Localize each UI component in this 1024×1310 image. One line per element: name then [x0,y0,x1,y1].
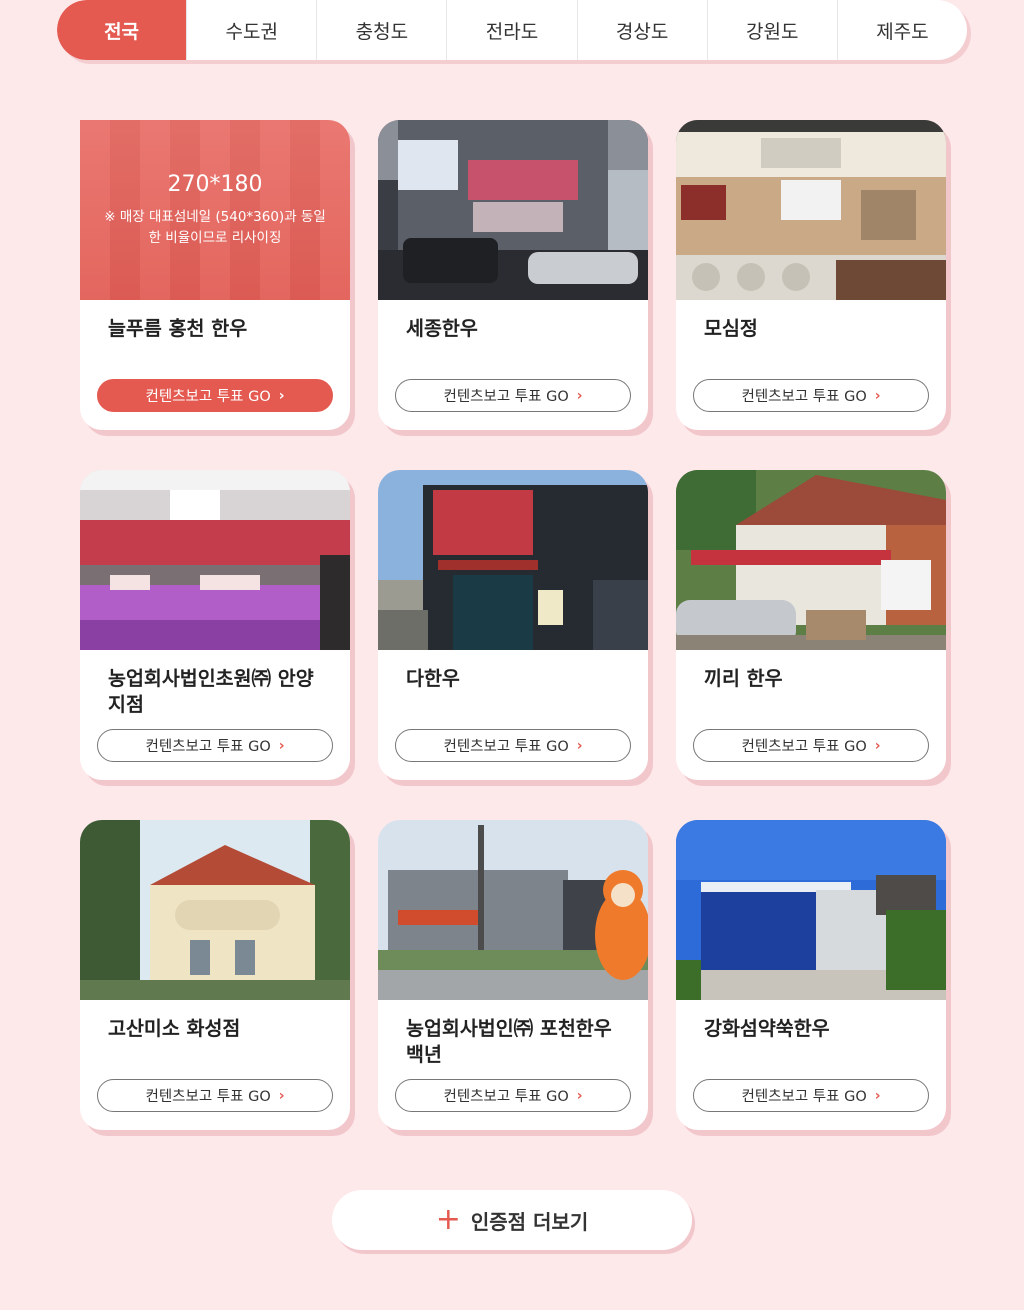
store-card: 농업회사법인㈜ 포천한우백년 컨텐츠보고 투표 GO › [378,820,648,1130]
tab-jeju[interactable]: 제주도 [836,0,967,60]
vote-button[interactable]: 컨텐츠보고 투표 GO › [693,1079,929,1112]
store-photo[interactable] [80,470,350,650]
vote-button-label: 컨텐츠보고 투표 GO [145,739,271,755]
tab-gangwon[interactable]: 강원도 [706,0,837,60]
vote-button[interactable]: 컨텐츠보고 투표 GO › [693,729,929,762]
chevron-right-icon: › [874,387,881,404]
store-name: 늘푸름 홍천 한우 [108,317,248,340]
store-photo[interactable] [378,120,648,300]
store-photo[interactable] [80,820,350,1000]
store-card: 모심정 컨텐츠보고 투표 GO › [676,120,946,430]
store-card: 고산미소 화성점 컨텐츠보고 투표 GO › [80,820,350,1130]
tab-jeolla[interactable]: 전라도 [446,0,576,60]
store-name: 농업회사법인초원㈜ 안양지점 [108,667,314,716]
chevron-right-icon: › [576,1087,583,1104]
vote-button[interactable]: 컨텐츠보고 투표 GO › [693,379,929,412]
chevron-right-icon: › [576,387,583,404]
store-name: 농업회사법인㈜ 포천한우백년 [406,1017,612,1066]
chevron-right-icon: › [576,737,583,754]
chevron-right-icon: › [874,737,881,754]
vote-button-label: 컨텐츠보고 투표 GO [443,389,569,405]
store-name: 끼리 한우 [704,667,783,690]
store-name: 고산미소 화성점 [108,1017,241,1040]
store-thumbnail-placeholder[interactable]: 270*180 ※ 매장 대표섬네일 (540*360)과 동일한 비율이므로 … [80,120,350,300]
store-card: 끼리 한우 컨텐츠보고 투표 GO › [676,470,946,780]
store-name: 모심정 [704,317,758,340]
vote-button-label: 컨텐츠보고 투표 GO [145,1089,271,1105]
vote-button-label: 컨텐츠보고 투표 GO [741,1089,867,1105]
chevron-right-icon: › [278,737,285,754]
placeholder-note: ※ 매장 대표섬네일 (540*360)과 동일한 비율이므로 리사이징 [104,208,326,246]
store-photo[interactable] [378,470,648,650]
vote-button[interactable]: 컨텐츠보고 투표 GO › [97,379,333,412]
store-card: 농업회사법인초원㈜ 안양지점 컨텐츠보고 투표 GO › [80,470,350,780]
vote-button[interactable]: 컨텐츠보고 투표 GO › [97,1079,333,1112]
store-card: 270*180 ※ 매장 대표섬네일 (540*360)과 동일한 비율이므로 … [80,120,350,430]
store-photo[interactable] [676,120,946,300]
store-photo[interactable] [378,820,648,1000]
store-name: 강화섬약쑥한우 [704,1017,830,1040]
vote-button-label: 컨텐츠보고 투표 GO [741,739,867,755]
vote-button-label: 컨텐츠보고 투표 GO [145,389,271,405]
load-more-label: 인증점 더보기 [470,1209,589,1234]
store-card: 다한우 컨텐츠보고 투표 GO › [378,470,648,780]
vote-button[interactable]: 컨텐츠보고 투표 GO › [395,379,631,412]
store-name: 다한우 [406,667,460,690]
store-photo[interactable] [676,470,946,650]
store-name: 세종한우 [406,317,478,340]
chevron-right-icon: › [874,1087,881,1104]
store-grid: 270*180 ※ 매장 대표섬네일 (540*360)과 동일한 비율이므로 … [80,120,946,1130]
vote-button[interactable]: 컨텐츠보고 투표 GO › [395,1079,631,1112]
store-card: 강화섬약쑥한우 컨텐츠보고 투표 GO › [676,820,946,1130]
vote-button[interactable]: 컨텐츠보고 투표 GO › [97,729,333,762]
vote-button-label: 컨텐츠보고 투표 GO [443,1089,569,1105]
chevron-right-icon: › [278,387,285,404]
placeholder-size: 270*180 [167,171,263,197]
tab-chungcheong[interactable]: 충청도 [316,0,446,60]
tab-gyeongsang[interactable]: 경상도 [576,0,707,60]
tab-nationwide[interactable]: 전국 [57,0,187,60]
region-tabs: 전국 수도권 충청도 전라도 경상도 강원도 제주도 [57,0,967,60]
vote-button-label: 컨텐츠보고 투표 GO [741,389,867,405]
tab-capital-area[interactable]: 수도권 [186,0,316,60]
load-more-button[interactable]: + 인증점 더보기 [332,1190,692,1250]
plus-icon: + [435,1202,461,1237]
vote-button[interactable]: 컨텐츠보고 투표 GO › [395,729,631,762]
vote-button-label: 컨텐츠보고 투표 GO [443,739,569,755]
store-card: 세종한우 컨텐츠보고 투표 GO › [378,120,648,430]
chevron-right-icon: › [278,1087,285,1104]
store-photo[interactable] [676,820,946,1000]
